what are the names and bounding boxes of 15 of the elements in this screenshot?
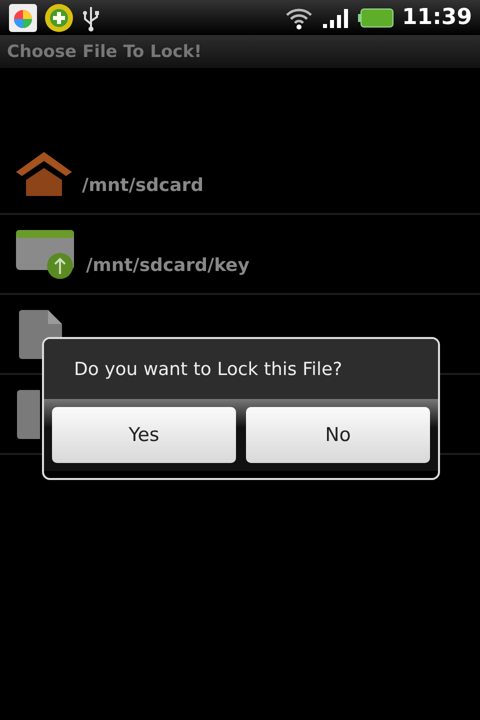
clock: 11:39: [402, 5, 472, 30]
plus-icon: [44, 2, 74, 32]
battery-icon: [358, 8, 394, 28]
file-list-item[interactable]: /mnt/sdcard/key: [0, 215, 480, 295]
house-icon: [16, 150, 72, 198]
dialog-button[interactable]: Yes: [52, 407, 236, 463]
dialog-button[interactable]: No: [246, 407, 430, 463]
signal-icon: [322, 6, 350, 28]
file-list-item[interactable]: /mnt/sdcard: [0, 135, 480, 215]
app-icon: [8, 2, 38, 32]
folder-icon: [16, 228, 76, 280]
screen-title: Choose File To Lock!: [7, 42, 202, 62]
folder-path: /mnt/sdcard: [82, 174, 204, 196]
folder-path: /mnt/sdcard/key: [86, 254, 250, 276]
dialog-message: Do you want to Lock this File?: [74, 358, 342, 380]
